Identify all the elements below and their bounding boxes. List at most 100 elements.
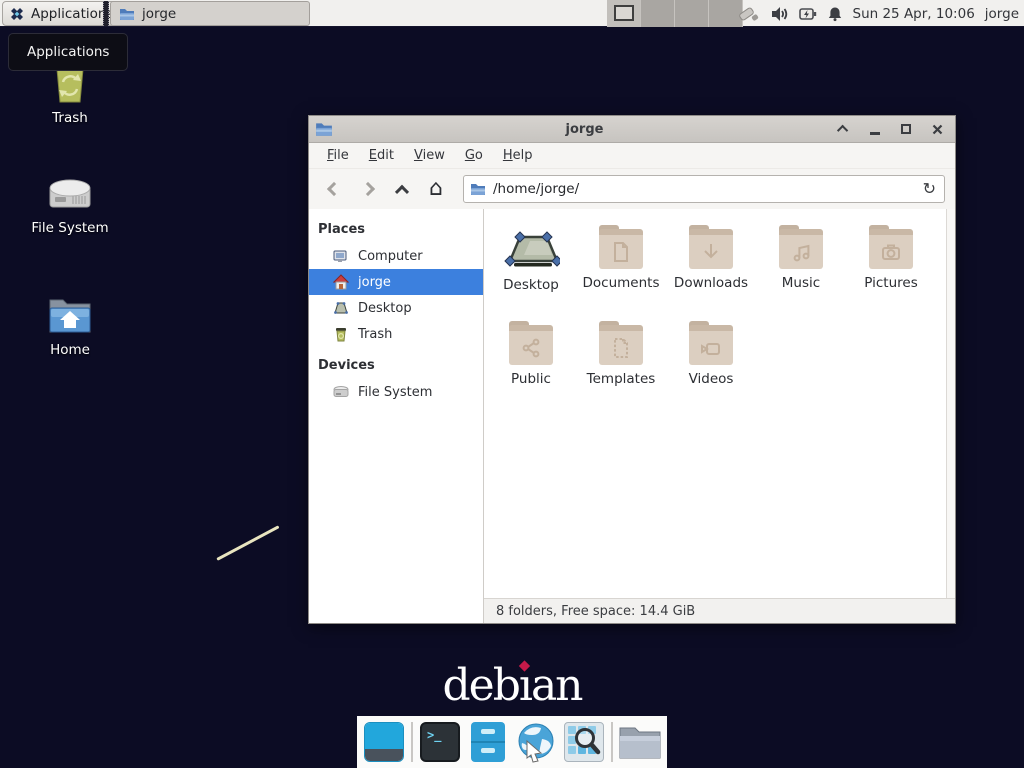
globe-icon	[515, 721, 557, 763]
terminal-launcher[interactable]: >_	[419, 721, 461, 763]
sidebar-item-label: jorge	[358, 275, 391, 290]
folder-label: Templates	[587, 371, 656, 387]
sidebar: Places Computer	[309, 209, 484, 623]
back-button[interactable]	[319, 174, 349, 204]
hard-drive-icon	[333, 384, 349, 400]
statusbar: 8 folders, Free space: 14.4 GiB	[484, 598, 955, 623]
home-icon	[333, 274, 349, 290]
show-desktop-icon	[364, 722, 404, 762]
sidebar-item-label: Trash	[358, 327, 392, 342]
system-tray: Sun 25 Apr, 10:06 jorge	[737, 0, 1020, 27]
sidebar-item-label: File System	[358, 385, 432, 400]
minimize-button[interactable]	[867, 121, 883, 137]
folder-item-documents[interactable]: Documents	[576, 221, 666, 317]
folder-icon	[867, 225, 915, 269]
trash-icon	[333, 326, 349, 342]
notifications-icon[interactable]	[827, 6, 843, 22]
forward-icon	[361, 182, 375, 196]
debian-logo-text: deb	[442, 660, 518, 711]
battery-icon[interactable]	[799, 7, 817, 21]
path-entry[interactable]: /home/jorge/ ↻	[463, 175, 945, 203]
web-browser-launcher[interactable]	[515, 721, 557, 763]
folder-label: Public	[511, 371, 551, 387]
workspace-window-preview	[614, 5, 634, 21]
debian-logo-text: an	[531, 660, 582, 711]
gray-folder-icon	[618, 723, 662, 761]
back-icon	[327, 182, 341, 196]
menu-view[interactable]: View	[404, 144, 455, 167]
application-finder-launcher[interactable]	[563, 721, 605, 763]
close-button[interactable]	[929, 121, 945, 137]
folder-item-desktop[interactable]: Desktop	[486, 221, 576, 317]
sidebar-item-computer[interactable]: Computer	[309, 243, 483, 269]
shade-button[interactable]	[836, 121, 852, 137]
show-desktop-button[interactable]	[363, 721, 405, 763]
folder-icon	[687, 225, 735, 269]
debian-logo: debıan	[442, 660, 581, 711]
folder-label: Pictures	[864, 275, 917, 291]
folder-item-pictures[interactable]: Pictures	[846, 221, 936, 317]
file-manager-window: jorge File Edit View Go Help ⌂	[308, 115, 956, 624]
folder-icon	[777, 225, 825, 269]
top-panel: Applications jorge	[0, 0, 1024, 27]
clock[interactable]: Sun 25 Apr, 10:06	[853, 6, 975, 22]
hard-drive-icon	[47, 174, 93, 214]
workspace-2[interactable]	[641, 0, 675, 27]
folder-icon	[597, 225, 645, 269]
folder-item-public[interactable]: Public	[486, 317, 576, 413]
toolbar: ⌂ /home/jorge/ ↻	[309, 169, 955, 209]
file-cabinet-icon	[471, 722, 505, 762]
workspace-3[interactable]	[675, 0, 709, 27]
folder-label: Downloads	[674, 275, 748, 291]
desktop-icon-file-system[interactable]: File System	[18, 174, 122, 236]
applications-menu-label: Applications	[31, 6, 113, 22]
home-folder-icon	[47, 294, 93, 336]
sidebar-item-trash[interactable]: Trash	[309, 321, 483, 347]
folder-label: Desktop	[503, 277, 559, 293]
folder-label: Music	[782, 275, 820, 291]
volume-icon[interactable]	[771, 6, 789, 22]
applications-tooltip: Applications	[8, 33, 128, 71]
desktop-icon-home[interactable]: Home	[18, 294, 122, 358]
panel-handle[interactable]	[103, 1, 109, 26]
sidebar-devices-header: Devices	[309, 353, 483, 379]
scrollbar[interactable]	[946, 209, 955, 598]
taskbar-window-button[interactable]: jorge	[110, 1, 310, 26]
computer-icon	[333, 248, 349, 264]
dock-separator	[411, 722, 413, 762]
sidebar-item-desktop[interactable]: Desktop	[309, 295, 483, 321]
desktop-icon	[333, 300, 349, 316]
window-titlebar[interactable]: jorge	[309, 116, 955, 143]
desktop-icon-label: File System	[31, 220, 108, 236]
stray-line-artifact	[216, 525, 279, 561]
home-button[interactable]: ⌂	[421, 174, 451, 204]
folder-item-templates[interactable]: Templates	[576, 317, 666, 413]
xfce-applications-icon	[9, 6, 25, 22]
folder-icon	[687, 321, 735, 365]
folder-label: Videos	[689, 371, 734, 387]
folder-item-downloads[interactable]: Downloads	[666, 221, 756, 317]
stylus-icon[interactable]	[737, 3, 761, 25]
menu-edit[interactable]: Edit	[359, 144, 404, 167]
username-label[interactable]: jorge	[985, 6, 1019, 22]
maximize-button[interactable]	[898, 121, 914, 137]
sidebar-item-jorge[interactable]: jorge	[309, 269, 483, 295]
forward-button[interactable]	[353, 174, 383, 204]
sidebar-item-file-system[interactable]: File System	[309, 379, 483, 405]
up-button[interactable]	[387, 174, 417, 204]
file-manager-launcher[interactable]	[467, 721, 509, 763]
reload-icon[interactable]: ↻	[923, 181, 936, 197]
menu-file[interactable]: File	[317, 144, 359, 167]
folder-item-videos[interactable]: Videos	[666, 317, 756, 413]
terminal-icon: >_	[420, 722, 460, 762]
up-icon	[395, 185, 409, 199]
menu-go[interactable]: Go	[455, 144, 493, 167]
workspace-1[interactable]	[607, 0, 641, 27]
window-title: jorge	[333, 122, 836, 137]
statusbar-text: 8 folders, Free space: 14.4 GiB	[496, 604, 695, 619]
directory-menu-button[interactable]	[619, 721, 661, 763]
folder-item-music[interactable]: Music	[756, 221, 846, 317]
workspace-pager	[607, 0, 743, 27]
menu-help[interactable]: Help	[493, 144, 543, 167]
sidebar-places-header: Places	[309, 217, 483, 243]
